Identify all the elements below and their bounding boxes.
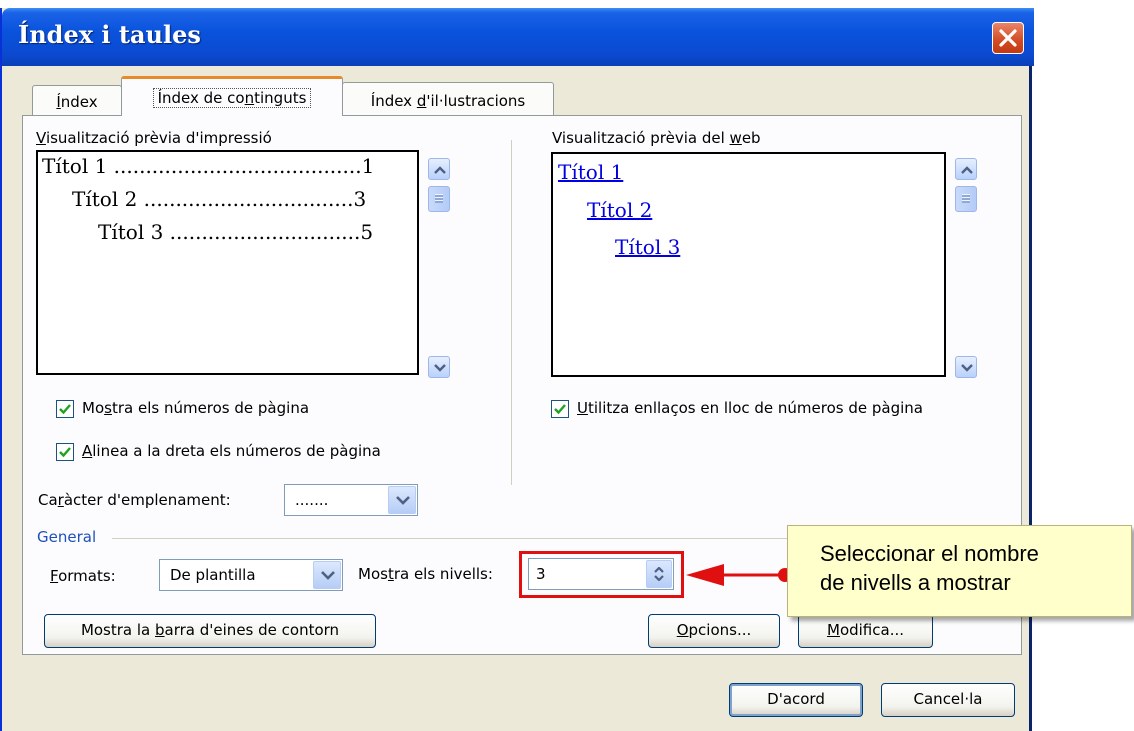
scroll-up-button[interactable] <box>955 158 977 180</box>
web-preview-link-1[interactable]: Títol 1 <box>558 160 623 184</box>
ok-button[interactable]: D'acord <box>729 683 863 717</box>
cancel-button[interactable]: Cancel·la <box>881 683 1015 717</box>
annotation-callout: Seleccionar el nombre de nivells a mostr… <box>787 525 1132 617</box>
scroll-down-button[interactable] <box>428 356 450 378</box>
web-preview-label: Visualització prèvia del web <box>552 129 761 147</box>
annotation-line-2: de nivells a mostrar <box>820 570 1011 595</box>
right-align-checkbox[interactable] <box>56 443 74 461</box>
web-preview-scrollbar[interactable] <box>955 158 977 380</box>
annotation-line-1: Seleccionar el nombre <box>820 541 1039 566</box>
modify-button[interactable]: Modifica... <box>798 614 933 648</box>
tab-leader-value: ....... <box>295 491 329 509</box>
print-preview-box <box>36 150 419 375</box>
checkmark-icon <box>59 404 71 415</box>
web-preview-link-3[interactable]: Títol 3 <box>615 235 680 259</box>
formats-label: Formats: <box>50 567 116 585</box>
right-align-label[interactable]: Alinea a la dreta els números de pàgina <box>82 442 381 460</box>
dropdown-button[interactable] <box>388 486 416 514</box>
print-preview-entry-2: Títol 2 ................................… <box>72 187 367 211</box>
print-preview-entry-3: Títol 3 ..............................5 <box>98 220 374 244</box>
show-page-numbers-checkbox[interactable] <box>56 400 74 418</box>
scroll-thumb[interactable] <box>428 186 450 212</box>
general-group-label: General <box>37 528 97 546</box>
chevron-up-icon <box>434 166 446 174</box>
scroll-up-button[interactable] <box>428 158 450 180</box>
tab-leader-select[interactable]: ....... <box>284 484 418 516</box>
column-divider <box>511 140 512 485</box>
annotation-arrow <box>686 564 792 586</box>
levels-highlight-box <box>519 551 684 598</box>
use-hyperlinks-checkbox[interactable] <box>551 400 569 418</box>
chevron-down-icon <box>961 364 973 372</box>
scroll-down-button[interactable] <box>955 356 977 378</box>
print-preview-entry-1: Títol 1 ................................… <box>42 154 375 178</box>
scroll-thumb[interactable] <box>955 186 977 212</box>
tab-leader-label: Caràcter d'emplenament: <box>38 491 231 509</box>
chevron-down-icon <box>434 364 446 372</box>
outlining-toolbar-button[interactable]: Mostra la barra d'eines de contorn <box>44 614 376 648</box>
web-preview-box <box>551 152 946 377</box>
checkmark-icon <box>59 447 71 458</box>
show-page-numbers-label[interactable]: Mostra els números de pàgina <box>82 399 309 417</box>
options-button[interactable]: Opcions... <box>648 614 780 648</box>
show-levels-label: Mostra els nivells: <box>358 565 493 583</box>
formats-select[interactable]: De plantilla <box>159 559 343 591</box>
web-preview-link-2[interactable]: Títol 2 <box>587 198 652 222</box>
formats-value: De plantilla <box>170 566 256 584</box>
print-preview-label: Visualització prèvia d'impressió <box>36 129 272 147</box>
chevron-down-icon <box>321 571 335 580</box>
checkmark-icon <box>554 404 566 415</box>
chevron-up-icon <box>961 166 973 174</box>
dropdown-button[interactable] <box>313 561 341 589</box>
print-preview-scrollbar[interactable] <box>428 158 450 380</box>
use-hyperlinks-label[interactable]: Utilitza enllaços en lloc de números de … <box>577 399 923 417</box>
chevron-down-icon <box>396 496 410 505</box>
